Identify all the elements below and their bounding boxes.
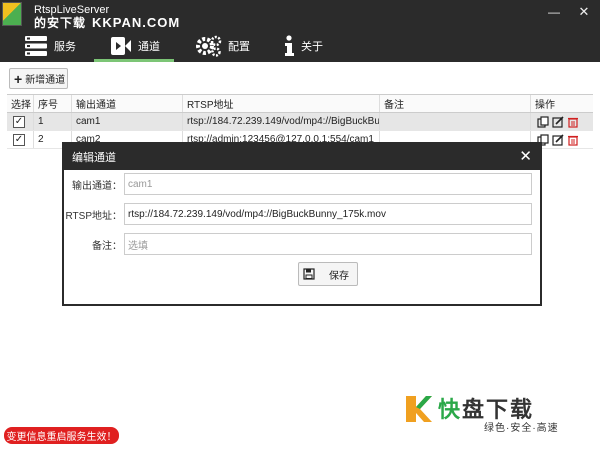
watermark-en: KKPAN.COM: [92, 15, 181, 30]
dialog-title: 编辑通道: [72, 152, 116, 164]
row-checkbox[interactable]: ✓: [13, 115, 25, 128]
brand-tagline: 绿色·安全·高速: [484, 423, 559, 434]
brand-logo-icon: [406, 396, 432, 422]
row-note: [380, 113, 531, 130]
trash-icon[interactable]: [567, 134, 579, 146]
dialog-header: 编辑通道 ✕: [64, 144, 540, 170]
note-label: 备注：: [92, 241, 122, 252]
nav-item-config[interactable]: 配置: [196, 30, 250, 62]
row-actions: [531, 113, 593, 130]
edit-icon[interactable]: [552, 133, 564, 146]
rtsp-address-label: RTSP地址：: [65, 211, 123, 222]
top-bar: RtspLiveServer 的安下载KKPAN.COM — ✕ 服务 通道: [0, 0, 600, 62]
header-number: 序号: [34, 95, 72, 112]
status-badge: 变更信息重启服务生效！: [4, 427, 119, 444]
output-channel-label: 输出通道：: [72, 181, 122, 192]
rtsp-address-row: RTSP地址： rtsp://184.72.239.149/vod/mp4://…: [64, 203, 540, 225]
nav-label-service: 服务: [54, 41, 76, 53]
edit-channel-dialog: 编辑通道 ✕ 输出通道： cam1 RTSP地址： rtsp://184.72.…: [62, 142, 542, 306]
trash-icon[interactable]: [567, 116, 579, 128]
table-header: 选择 序号 输出通道 RTSP地址 备注 操作: [7, 95, 593, 113]
row-checkbox[interactable]: ✓: [13, 133, 25, 146]
nav-active-indicator: [94, 59, 174, 62]
save-label: 保存: [329, 270, 349, 282]
watermark: 的安下载 KKPAN.COM: [34, 14, 180, 31]
nav-label-channel: 通道: [138, 41, 160, 53]
close-window-button[interactable]: ✕: [577, 5, 591, 18]
brand-name-a: 快: [438, 397, 463, 422]
edit-icon[interactable]: [552, 115, 564, 128]
output-channel-input[interactable]: cam1: [124, 173, 532, 195]
plus-icon: +: [14, 70, 23, 87]
header-select: 选择: [7, 95, 34, 112]
add-channel-label: 新增通道: [25, 75, 66, 86]
channel-table: 选择 序号 输出通道 RTSP地址 备注 操作 ✓ 1 cam1 rtsp://…: [7, 94, 593, 149]
info-icon: [285, 35, 294, 56]
gears-icon: [196, 35, 222, 57]
save-button[interactable]: 保存: [298, 262, 358, 286]
app-logo: [2, 2, 22, 26]
output-channel-row: 输出通道： cam1: [64, 173, 540, 195]
note-row: 备注： 选填: [64, 233, 540, 255]
row-rtsp: rtsp://184.72.239.149/vod/mp4://BigBuckB…: [183, 113, 380, 130]
nav-item-service[interactable]: 服务: [24, 30, 76, 62]
dialog-close-button[interactable]: ✕: [519, 147, 532, 165]
header-note: 备注: [380, 95, 531, 112]
nav-label-about: 关于: [301, 41, 323, 53]
add-channel-button[interactable]: + 新增通道: [9, 68, 68, 89]
table-row[interactable]: ✓ 1 cam1 rtsp://184.72.239.149/vod/mp4:/…: [7, 113, 593, 131]
rtsp-address-input[interactable]: rtsp://184.72.239.149/vod/mp4://BigBuckB…: [124, 203, 532, 225]
watermark-cn: 的安下载: [34, 16, 87, 30]
nav-label-config: 配置: [228, 41, 250, 53]
minimize-button[interactable]: —: [547, 6, 561, 18]
copy-icon[interactable]: [537, 115, 549, 128]
header-rtsp: RTSP地址: [183, 95, 380, 112]
nav-item-about[interactable]: 关于: [283, 30, 323, 62]
row-output: cam1: [72, 113, 183, 130]
floppy-disk-icon: [303, 268, 315, 280]
server-icon: [25, 36, 47, 56]
row-number: 1: [34, 113, 72, 130]
video-camera-icon: [111, 37, 131, 55]
header-output: 输出通道: [72, 95, 183, 112]
header-actions: 操作: [535, 100, 555, 111]
note-input[interactable]: 选填: [124, 233, 532, 255]
brand-watermark: 快盘下载 绿色·安全·高速: [404, 392, 576, 434]
nav-item-channel[interactable]: 通道: [110, 30, 160, 62]
